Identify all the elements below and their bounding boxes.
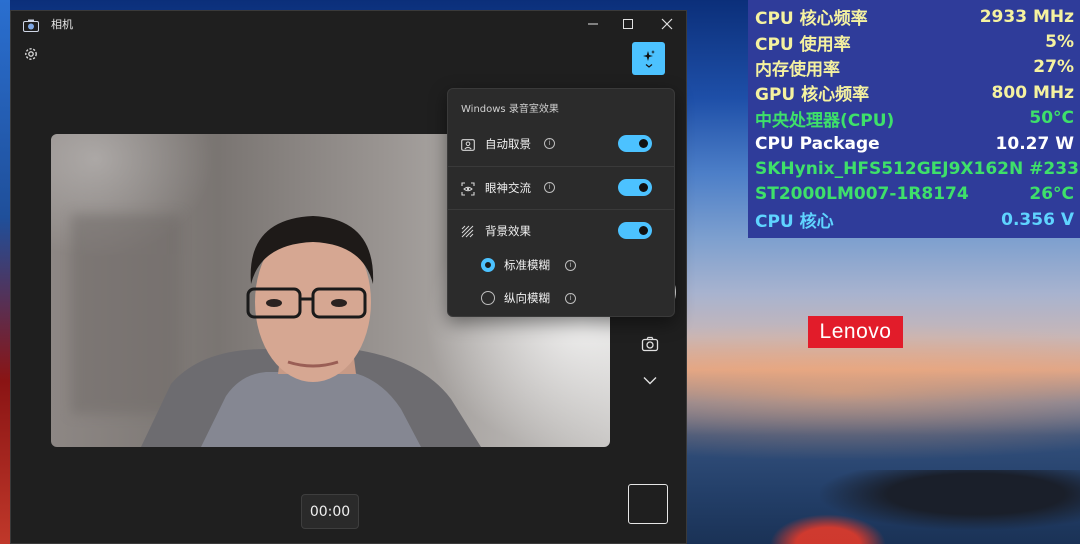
monitor-row: 内存使用率 27% [748,55,1080,80]
camera-icon [23,17,39,32]
flyout-title: Windows 录音室效果 [461,104,559,115]
portrait-frame-icon [461,137,475,151]
settings-button[interactable] [21,44,41,64]
monitor-row: CPU 核心 0.356 V [748,207,1080,233]
sparkle-icon [642,49,655,68]
window-title: 相机 [51,18,73,31]
monitor-row: CPU 使用率 5% [748,29,1080,55]
auto-framing-label: 自动取景 [485,137,531,151]
monitor-value: 5% [1045,32,1074,53]
monitor-label: CPU 使用率 [755,34,851,55]
monitor-value: 2933 MHz [979,6,1074,27]
portrait-blur-label: 纵向模糊 [504,291,550,305]
monitor-label: SKHynix_HFS512GEJ9X162N #2 [755,159,1056,180]
monitor-value: 27% [1033,57,1074,78]
minimize-icon [588,23,598,25]
info-icon[interactable]: i [544,182,555,193]
background-blur-icon [461,224,475,238]
studio-effects-flyout: Windows 录音室效果 自动取景 i 眼神交流 i 背景效果 标准模糊 i … [447,88,675,317]
recording-timer: 00:00 [301,494,359,529]
more-modes-button[interactable] [639,369,661,391]
portrait-blur-option[interactable]: 纵向模糊 i [448,284,674,314]
monitor-value: 26°C [1029,184,1074,205]
monitor-value: 33°C [1055,159,1080,180]
monitor-row: CPU 核心频率 2933 MHz [748,4,1080,30]
monitor-label: GPU 核心频率 [755,85,870,106]
monitor-row: SKHynix_HFS512GEJ9X162N #233°C [748,156,1080,181]
monitor-value: 0.356 V [1001,209,1074,230]
monitor-label: ST2000LM007-1R8174 [755,184,969,205]
standard-blur-option[interactable]: 标准模糊 i [448,251,674,281]
monitor-value: 800 MHz [991,82,1074,103]
minimize-button[interactable] [573,11,613,37]
info-icon[interactable]: i [565,293,576,304]
background-effects-toggle[interactable] [618,222,652,239]
monitor-label: CPU Package [755,133,880,154]
photo-mode-button[interactable] [639,333,661,355]
auto-framing-toggle[interactable] [618,135,652,152]
monitor-row: ST2000LM007-1R8174 26°C [748,182,1080,207]
close-button[interactable] [647,11,687,37]
chevron-down-icon [643,377,657,385]
monitor-label: CPU 核心 [755,212,834,233]
camera-icon [641,336,659,352]
auto-framing-row: 自动取景 i [448,123,674,166]
eye-contact-label: 眼神交流 [485,181,531,195]
eye-contact-icon [461,181,475,196]
monitor-label: CPU 核心频率 [755,9,868,30]
background-effects-label: 背景效果 [485,224,531,238]
info-icon[interactable]: i [565,260,576,271]
toggle-knob [639,139,648,148]
toggle-knob [639,183,648,192]
monitor-value: 50°C [1029,108,1074,129]
radio-unselected[interactable] [481,291,495,305]
gallery-thumbnail-button[interactable] [628,484,668,524]
title-bar[interactable]: 相机 [11,11,686,37]
monitor-label: 中央处理器(CPU) [755,110,895,131]
monitor-row: 中央处理器(CPU) 50°C [748,106,1080,131]
studio-effects-button[interactable] [632,42,665,75]
wallpaper-ribbon [688,485,888,544]
eye-contact-toggle[interactable] [618,179,652,196]
maximize-icon [623,19,633,29]
camera-window: 相机 00:00 Windows 录音室效果 自动取景 i 眼神交流 i 背景效… [10,10,687,544]
monitor-label: 内存使用率 [755,59,840,80]
info-icon[interactable]: i [544,138,555,149]
hardware-monitor-overlay: CPU 核心频率 2933 MHz CPU 使用率 5% 内存使用率 27% GPU 核心频… [748,0,1080,238]
desktop-edge-strip [0,0,10,544]
background-effects-row: 背景效果 [448,210,674,253]
eye-contact-row: 眼神交流 i [448,167,674,210]
gear-icon [25,48,37,60]
standard-blur-label: 标准模糊 [504,258,550,272]
lenovo-logo: Lenovo [808,316,903,348]
radio-selected[interactable] [481,258,495,272]
monitor-row: GPU 核心频率 800 MHz [748,80,1080,106]
monitor-row: CPU Package 10.27 W [748,131,1080,156]
close-icon [661,18,673,30]
maximize-button[interactable] [608,11,648,37]
toggle-knob [639,226,648,235]
monitor-value: 10.27 W [995,133,1074,154]
